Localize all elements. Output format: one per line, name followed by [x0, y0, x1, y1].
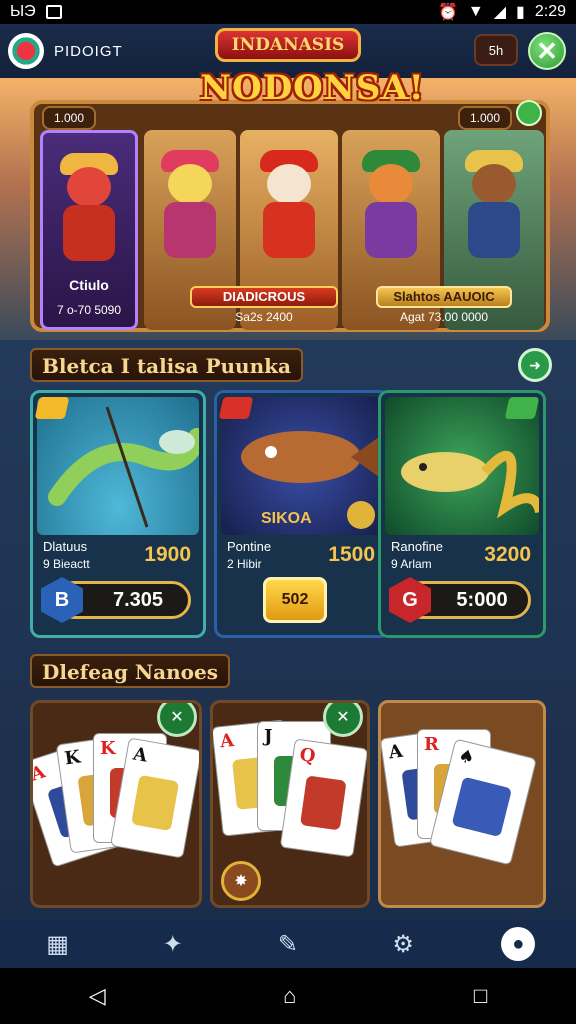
app-name: PIDOIGT — [54, 42, 123, 60]
main-content: Bletca I talisa Puunka ➜ Dlatuus 9 Bieac… — [0, 340, 576, 920]
bonus-chip-icon: ✕ — [323, 703, 363, 737]
plus-badge-icon — [504, 397, 540, 419]
edit-icon: ✎ — [277, 930, 299, 958]
app-logo-icon[interactable] — [8, 33, 44, 69]
fish-sub-1: 9 Bieactt — [43, 557, 90, 571]
fish-value-2: 1500 — [328, 543, 375, 566]
wheel-chip-icon: ✸ — [221, 861, 261, 901]
fish-name-2: Pontine — [227, 539, 272, 554]
timer-badge[interactable]: 5h — [474, 34, 518, 66]
fish-game-card-1[interactable]: Dlatuus 9 Bieactt 1900 7.305 B — [30, 390, 206, 638]
tab-profile[interactable]: ● — [494, 922, 542, 966]
user-icon: ● — [501, 927, 536, 961]
bonus-chip-icon: ✕ — [157, 703, 197, 737]
fish-game-card-3[interactable]: Ranofine 9 Arlam 3200 5:000 G — [378, 390, 546, 638]
status-bar: ЫЭ ⏰ ▼ ◢ ▮ 2:29 — [0, 0, 576, 24]
tab-home[interactable]: ▦ — [34, 922, 82, 966]
fish-value-1: 1900 — [144, 543, 191, 566]
center-promo-sub: Sa2s 2400 — [235, 310, 293, 324]
status-left-text: ЫЭ — [10, 3, 36, 20]
right-promo-sub: Agat 73.00 0000 — [399, 310, 489, 324]
character-art-2 — [155, 146, 225, 266]
tab-settings[interactable]: ⚙ — [379, 922, 427, 966]
fish-art-text: SIKOA — [261, 510, 312, 527]
counter-left: 1.000 — [42, 106, 97, 130]
fish-value-3: 3200 — [484, 543, 531, 566]
recents-icon[interactable]: □ — [474, 983, 487, 1009]
status-time: 2:29 — [534, 3, 566, 20]
signal-icon: ◢ — [493, 4, 507, 21]
fish-name-3: Ranofine — [391, 539, 444, 554]
coin-letter: G — [402, 588, 418, 611]
character-sub-1: 7 o-70 5090 — [56, 303, 122, 317]
back-icon[interactable]: ◁ — [89, 983, 106, 1009]
gear-icon: ⚙ — [392, 930, 414, 958]
logo-small-text: INDANASIS — [214, 28, 362, 62]
character-card-1[interactable]: Ctiulo 7 o-70 5090 — [40, 130, 138, 330]
character-art-4 — [356, 146, 426, 266]
alarm-icon: ⏰ — [437, 4, 458, 21]
card-game-tile-2[interactable]: A J Q ✕ ✸ — [210, 700, 370, 908]
system-nav-bar: ◁ ⌂ □ — [0, 968, 576, 1024]
character-art-1 — [54, 149, 124, 269]
playing-card: Q — [279, 738, 367, 858]
counter-right: 1.000 — [457, 106, 512, 130]
hot-badge-icon — [34, 397, 70, 419]
bottom-tab-bar: ▦ ✦ ✎ ⚙ ● — [0, 920, 576, 968]
plus-badge-icon[interactable] — [516, 100, 542, 126]
fish-sub-2: 2 Hibir — [227, 557, 262, 571]
badge-icon: ✦ — [162, 930, 183, 958]
card-game-tile-1[interactable]: A K K A ✕ — [30, 700, 202, 908]
close-icon: ✕ — [536, 35, 558, 66]
building-icon: ▦ — [46, 930, 69, 958]
hot-badge-icon — [218, 397, 254, 419]
home-icon[interactable]: ⌂ — [283, 983, 296, 1009]
fish-sub-3: 9 Arlam — [391, 557, 432, 571]
character-art-3 — [254, 146, 324, 266]
wifi-icon: ▼ — [467, 3, 484, 20]
tab-edit[interactable]: ✎ — [264, 922, 312, 966]
logo-big-text: NODONSA! — [200, 68, 425, 108]
character-label-1: Ctiulo — [69, 277, 109, 293]
coin-letter: B — [54, 588, 70, 611]
fish-game-card-2[interactable]: SIKOA Pontine 2 Hibir 1500 502 — [214, 390, 390, 638]
center-promo-label[interactable]: DIADICROUS — [190, 286, 338, 308]
close-button[interactable]: ✕ — [528, 32, 566, 70]
card-game-tile-3[interactable]: A R ♠ — [378, 700, 546, 908]
gallery-icon — [45, 5, 62, 19]
fish-name-1: Dlatuus — [43, 539, 88, 554]
tab-rewards[interactable]: ✦ — [149, 922, 197, 966]
section-more-button[interactable]: ➜ — [518, 348, 552, 382]
featured-panel: 1.000 1.000 Ctiulo 7 o-70 5090 DIADICROU… — [30, 100, 550, 332]
cards-section-title: Dlefeag Nanoes — [30, 654, 231, 688]
right-promo-label[interactable]: Slahtos AAUOIC — [376, 286, 512, 308]
character-art-5 — [459, 146, 529, 266]
arrow-icon: ➜ — [529, 356, 541, 373]
fish-price-2[interactable]: 502 — [263, 577, 327, 623]
game-logo: INDANASIS NODONSA! — [200, 22, 425, 130]
fish-section-title: Bletca I talisa Puunka — [30, 348, 303, 382]
battery-icon: ▮ — [516, 4, 525, 21]
